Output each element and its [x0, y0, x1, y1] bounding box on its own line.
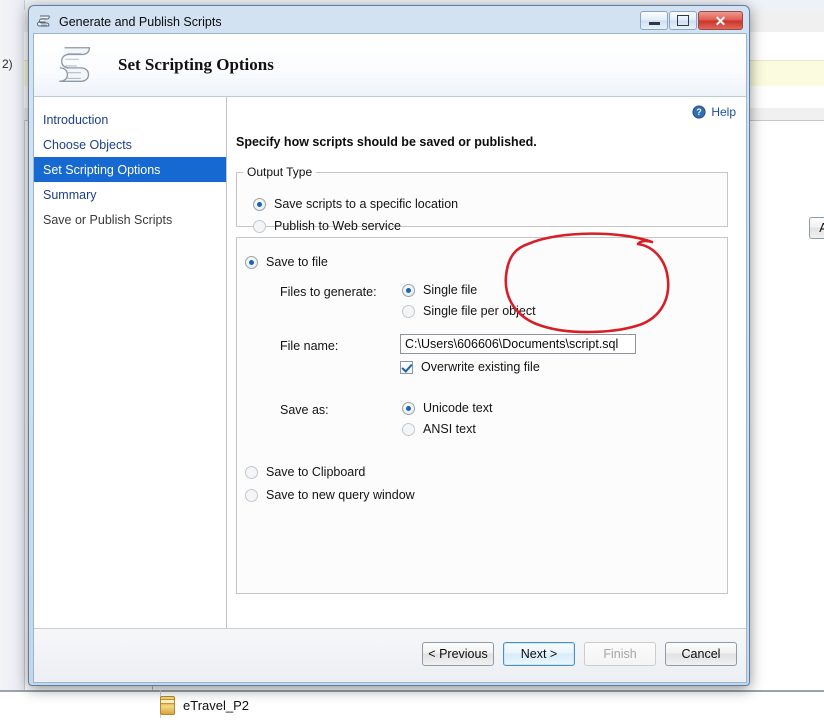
radio-save-to-file[interactable]: Save to file	[245, 255, 328, 269]
background-bottom-pane	[0, 690, 824, 720]
dialog-banner: Set Scripting Options	[34, 34, 746, 97]
files-to-generate-label: Files to generate:	[280, 285, 377, 299]
maximize-icon	[677, 15, 689, 26]
close-icon: ✕	[715, 14, 727, 28]
sidebar-item-label: Save or Publish Scripts	[43, 213, 172, 227]
sidebar-item-label: Set Scripting Options	[43, 163, 160, 177]
next-button[interactable]: Next >	[503, 642, 575, 666]
close-button[interactable]: ✕	[698, 11, 743, 30]
radio-indicator	[245, 466, 258, 479]
radio-indicator	[245, 489, 258, 502]
radio-save-to-clipboard[interactable]: Save to Clipboard	[245, 465, 365, 479]
help-question-icon: ?	[692, 105, 706, 119]
radio-label: Save to file	[266, 255, 328, 269]
radio-indicator	[402, 305, 415, 318]
radio-indicator	[402, 402, 415, 415]
script-scroll-icon	[37, 14, 53, 30]
sidebar-item-summary[interactable]: Summary	[34, 182, 226, 207]
script-scroll-icon	[54, 42, 100, 88]
sidebar-item-set-scripting-options[interactable]: Set Scripting Options	[34, 157, 226, 182]
radio-save-scripts-to-location[interactable]: Save scripts to a specific location	[253, 197, 458, 211]
radio-label: Publish to Web service	[274, 219, 401, 233]
minimize-button[interactable]	[640, 11, 668, 30]
cancel-button[interactable]: Cancel	[665, 642, 737, 666]
svg-text:?: ?	[697, 107, 702, 117]
advanced-button[interactable]: Advanced	[809, 217, 824, 239]
output-type-group: Output Type Save scripts to a specific l…	[236, 165, 728, 227]
radio-indicator	[253, 198, 266, 211]
minimize-icon	[649, 22, 660, 25]
radio-label: ANSI text	[423, 422, 476, 436]
save-destination-group: Save to file Files to generate: Single f…	[236, 237, 728, 594]
radio-publish-to-web-service[interactable]: Publish to Web service	[253, 219, 401, 233]
maximize-button[interactable]	[669, 11, 697, 30]
radio-indicator	[253, 220, 266, 233]
help-label: Help	[711, 105, 736, 119]
radio-label: Unicode text	[423, 401, 492, 415]
sidebar-item-introduction[interactable]: Introduction	[34, 107, 226, 132]
radio-indicator	[245, 256, 258, 269]
checkbox-overwrite-existing-file[interactable]: Overwrite existing file	[400, 360, 540, 374]
dialog-footer: < Previous Next > Finish Cancel	[34, 628, 746, 682]
radio-label: Single file	[423, 283, 477, 297]
dialog-titlebar[interactable]: Generate and Publish Scripts ✕	[33, 10, 745, 34]
sidebar-item-label: Introduction	[43, 113, 108, 127]
dialog-content: Introduction Choose Objects Set Scriptin…	[34, 97, 746, 664]
checkbox-indicator	[400, 361, 413, 374]
database-icon	[160, 696, 175, 715]
dialog-title: Generate and Publish Scripts	[59, 15, 222, 29]
checkbox-label: Overwrite existing file	[421, 360, 540, 374]
file-name-label: File name:	[280, 339, 338, 353]
radio-label: Single file per object	[423, 304, 536, 318]
database-item-label: eTravel_P2	[183, 698, 249, 713]
page-instruction: Specify how scripts should be saved or p…	[236, 135, 537, 149]
sidebar-item-label: Summary	[43, 188, 96, 202]
output-type-legend: Output Type	[243, 165, 316, 179]
finish-button: Finish	[584, 642, 656, 666]
previous-button[interactable]: < Previous	[422, 642, 494, 666]
radio-save-to-new-query-window[interactable]: Save to new query window	[245, 488, 415, 502]
sidebar-item-save-or-publish-scripts[interactable]: Save or Publish Scripts	[34, 207, 226, 232]
radio-indicator	[402, 423, 415, 436]
radio-label: Save scripts to a specific location	[274, 197, 458, 211]
window-controls: ✕	[640, 11, 743, 30]
dialog-body: Set Scripting Options Introduction Choos…	[33, 33, 747, 683]
background-database-item[interactable]: eTravel_P2	[160, 696, 249, 715]
sidebar-item-choose-objects[interactable]: Choose Objects	[34, 132, 226, 157]
file-name-input[interactable]	[400, 334, 636, 354]
radio-ansi-text[interactable]: ANSI text	[402, 422, 476, 436]
save-as-label: Save as:	[280, 403, 329, 417]
radio-indicator	[402, 284, 415, 297]
generate-publish-scripts-dialog: Generate and Publish Scripts ✕ Set Scrip…	[28, 5, 750, 686]
options-pane: ? Help Specify how scripts should be sav…	[227, 97, 746, 664]
page-title: Set Scripting Options	[118, 55, 274, 75]
sidebar-item-label: Choose Objects	[43, 138, 132, 152]
wizard-steps-sidebar: Introduction Choose Objects Set Scriptin…	[34, 97, 227, 664]
radio-single-file-per-object[interactable]: Single file per object	[402, 304, 536, 318]
help-link[interactable]: ? Help	[692, 105, 736, 119]
radio-single-file[interactable]: Single file	[402, 283, 477, 297]
radio-label: Save to new query window	[266, 488, 415, 502]
radio-label: Save to Clipboard	[266, 465, 365, 479]
radio-unicode-text[interactable]: Unicode text	[402, 401, 492, 415]
background-fragment-text: 2)	[2, 57, 13, 71]
background-left-panel	[0, 0, 25, 690]
